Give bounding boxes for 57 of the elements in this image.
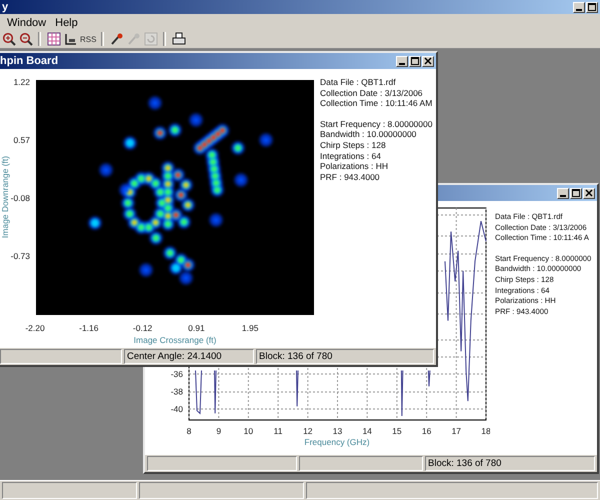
info-text: Bandwidth : 10.00000000 xyxy=(320,129,418,140)
x-axis-label: Image Crossrange (ft) xyxy=(134,335,216,345)
x-tick-label: 11 xyxy=(274,426,283,436)
x-tick-label: 15 xyxy=(392,426,402,436)
x-tick-label: 17 xyxy=(452,426,462,436)
x-tick-label: 8 xyxy=(186,426,192,436)
info-text: Collection Date : 3/13/2006 xyxy=(320,88,424,98)
maximize-button[interactable] xyxy=(570,188,582,198)
x-tick-label: 1.95 xyxy=(242,323,258,333)
info-text: Data File : QBT1.rdf xyxy=(320,77,397,88)
x-tick-label: 18 xyxy=(481,426,490,436)
info-text: Chirp Steps : 128 xyxy=(320,140,387,151)
rss-button[interactable]: RSS xyxy=(80,31,96,47)
print-icon[interactable] xyxy=(171,31,186,47)
x-tick-label: 12 xyxy=(303,426,313,436)
x-axis-label: Frequency (GHz) xyxy=(304,437,370,447)
info-text: Integrations : 64 xyxy=(320,150,382,162)
y-tick-label: -36 xyxy=(170,369,183,380)
y-tick-label: -0.08 xyxy=(10,193,30,203)
maximize-button[interactable] xyxy=(586,2,598,12)
zoom-in-icon[interactable] xyxy=(1,31,16,47)
x-tick-label: 10 xyxy=(244,426,254,436)
menu-item[interactable]: Window xyxy=(7,16,46,28)
chart-icon[interactable] xyxy=(46,31,61,47)
wand-icon[interactable] xyxy=(109,31,124,47)
x-tick-label: -2.20 xyxy=(25,323,45,333)
close-button[interactable] xyxy=(422,56,434,66)
app-title: y xyxy=(2,1,8,13)
status-panel: Center Angle: 24.1400 xyxy=(124,349,254,364)
x-tick-label: 13 xyxy=(332,426,342,436)
window-title: hpin Board xyxy=(0,55,58,67)
x-tick-label: 14 xyxy=(362,426,372,436)
menu-item[interactable]: Help xyxy=(55,16,78,28)
x-tick-label: 9 xyxy=(216,426,222,436)
status-panel: Block: 136 of 780 xyxy=(256,349,434,364)
zoom-out-icon[interactable] xyxy=(18,31,33,47)
y-axis-label: Image Downrange (ft) xyxy=(0,156,10,238)
info-text: Polarizations : HH xyxy=(320,161,390,172)
status-panel: Block: 136 of 780 xyxy=(425,456,595,471)
x-tick-label: -1.16 xyxy=(79,323,98,333)
y-tick-label: 1.22 xyxy=(13,77,30,87)
minimize-button[interactable] xyxy=(396,56,408,66)
x-tick-label: 16 xyxy=(422,426,432,436)
tool-icon[interactable] xyxy=(63,31,78,47)
maximize-button[interactable] xyxy=(409,56,421,66)
info-text: PRF : 943.4000 xyxy=(320,172,381,182)
minimize-button[interactable] xyxy=(557,188,569,198)
x-tick-label: 0.91 xyxy=(188,323,205,333)
info-text: Collection Time : 10:11:46 AM xyxy=(320,98,432,109)
info-text: Start Frequency : 8.00000000 xyxy=(320,118,432,130)
y-tick-label: 0.57 xyxy=(13,135,30,145)
minimize-button[interactable] xyxy=(573,2,585,12)
y-tick-label: -38 xyxy=(170,386,183,396)
y-tick-label: -40 xyxy=(170,404,183,414)
close-button[interactable] xyxy=(583,188,595,198)
y-tick-label: -0.73 xyxy=(10,251,30,261)
x-tick-label: -0.12 xyxy=(132,323,152,333)
